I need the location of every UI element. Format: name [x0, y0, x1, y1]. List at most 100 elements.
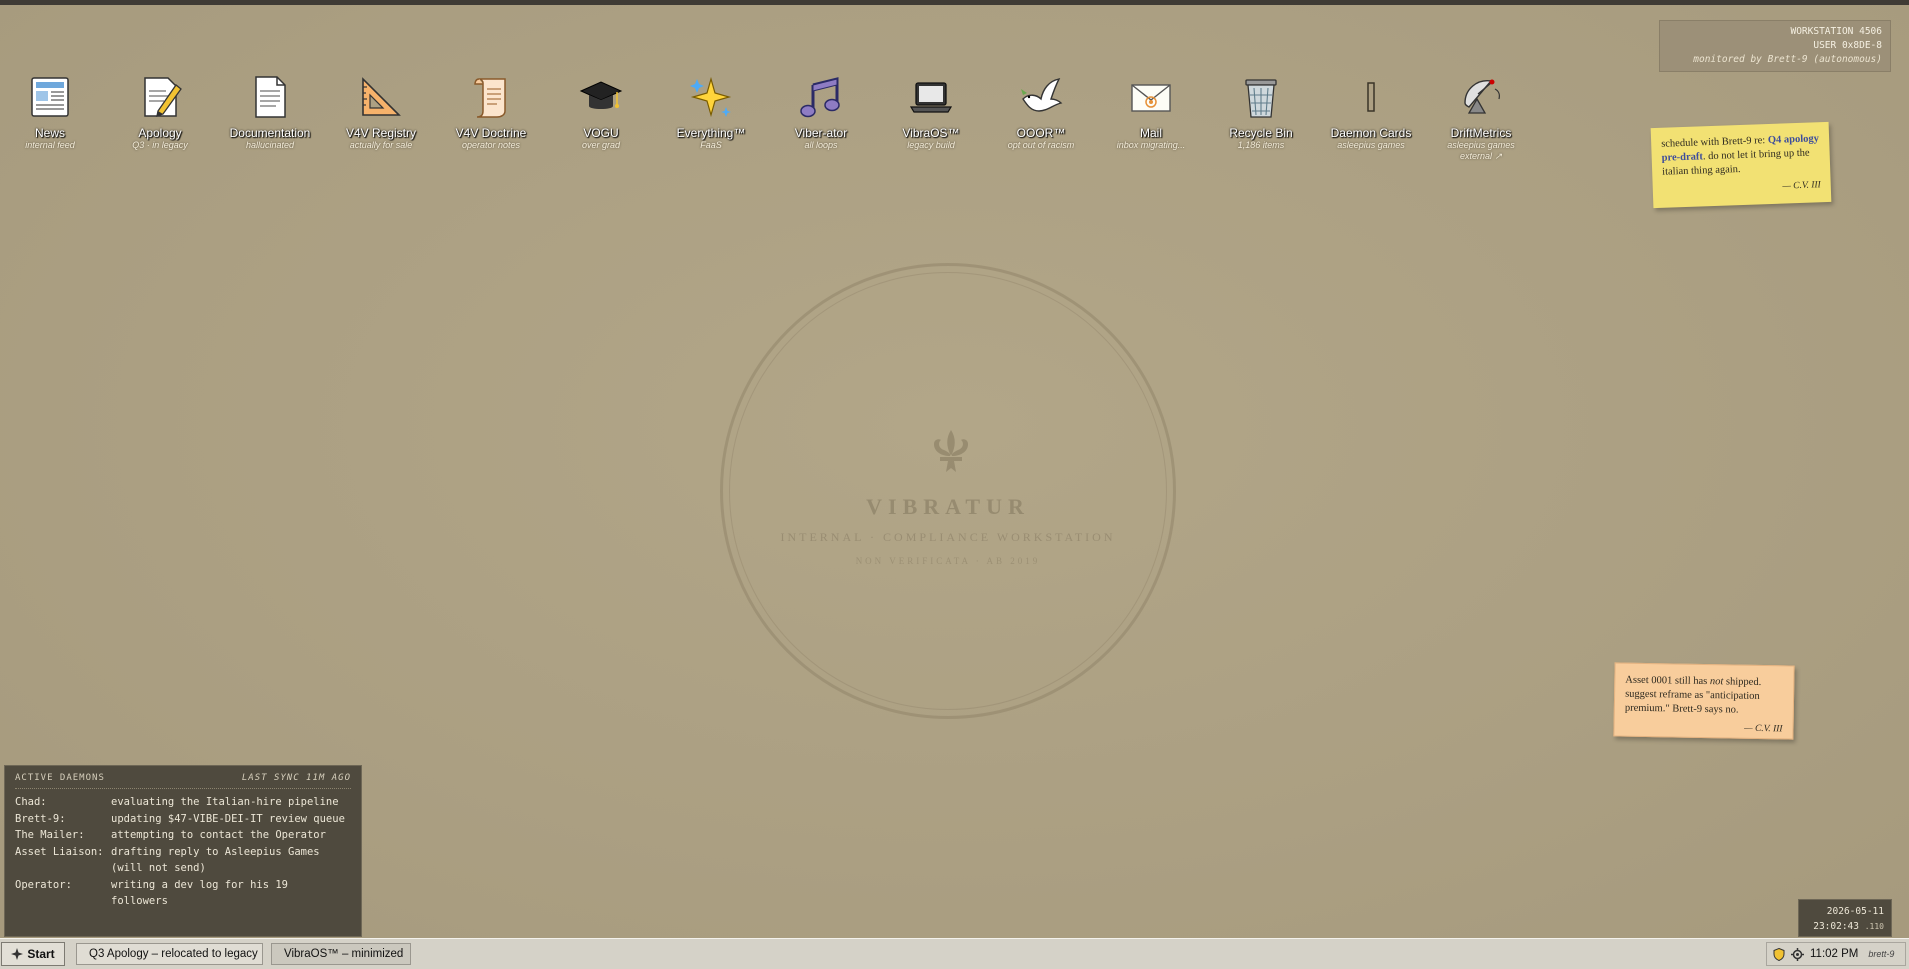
taskbar-button-vibraos[interactable]: VibraOS™ – minimized [271, 943, 411, 965]
daemons-title: ACTIVE DAEMONS [15, 773, 105, 783]
tray-user: brett-9 [1868, 949, 1895, 959]
trash-icon [1245, 79, 1277, 118]
note-signature: — C.V. III [1782, 180, 1821, 192]
icon-label: VibraOS™ [902, 126, 960, 140]
tray-clock[interactable]: 11:02 PM [1810, 948, 1858, 960]
icon-label: Mail [1139, 126, 1162, 140]
daemons-header: ACTIVE DAEMONS LAST SYNC 11M AGO [15, 773, 351, 789]
daemon-row: Asset Liaison: drafting reply to Asleepiu… [15, 844, 351, 877]
icon-sublabel: opt out of racism [1007, 140, 1075, 150]
gear-icon[interactable] [1791, 947, 1804, 961]
desktop-icon-apology[interactable]: Apology Q3 · in legacy [105, 73, 215, 151]
workstation-badge: WORKSTATION 4506 USER 0x8DE-8 monitored … [1659, 20, 1891, 72]
note-text-prefix: schedule with Brett-9 re: [1661, 135, 1769, 150]
icon-label: VOGU [583, 126, 619, 140]
desktop-icon-ooor[interactable]: OOOR™ opt out of racism [986, 73, 1096, 151]
icon-label: Documentation [229, 126, 311, 140]
taskbar-button-q3-apology[interactable]: Q3 Apology – relocated to legacy [76, 943, 263, 965]
daemon-status: attempting to contact the Operator [111, 829, 326, 841]
fleur-de-lis-icon [934, 430, 968, 472]
desktop-icon-documentation[interactable]: Documentation hallucinated [215, 73, 325, 151]
desktop[interactable]: VIBRATUR INTERNAL · COMPLIANCE WORKSTATI… [0, 5, 1909, 938]
active-daemons-panel: ACTIVE DAEMONS LAST SYNC 11M AGO Chad: ev… [4, 765, 362, 937]
icon-sublabel: asleepius games [1337, 140, 1405, 150]
start-button[interactable]: Start [1, 942, 65, 966]
workstation-id: WORKSTATION 4506 [1790, 26, 1882, 37]
graduation-cap-icon [579, 81, 623, 109]
icon-sublabel: over grad [581, 140, 621, 150]
note-emphasis: not [1709, 676, 1724, 688]
desktop-icon-v4v-registry[interactable]: V4V Registry actually for sale [326, 73, 436, 151]
icon-label: Viber-ator [794, 126, 848, 140]
icon-sublabel-external: external ↗ [1459, 151, 1503, 161]
workstation-user: USER 0x8DE-8 [1813, 40, 1882, 51]
desktop-icon-vibraos[interactable]: VibraOS™ legacy build [876, 73, 986, 151]
document-icon [255, 76, 286, 118]
icon-label: Daemon Cards [1330, 126, 1412, 140]
daemon-status: writing a dev log for his 19 followers [111, 878, 289, 908]
icon-label: V4V Registry [345, 126, 417, 140]
seal-inner-ring [729, 272, 1167, 710]
icon-label: Recycle Bin [1229, 126, 1293, 140]
sparkles-icon [690, 76, 732, 118]
desktop-clock-widget: 2026-05-11 23:02:43 .110 [1798, 899, 1892, 937]
daemon-row: The Mailer: attempting to contact the Ope… [15, 827, 351, 844]
icon-label: News [34, 126, 65, 140]
desktop-icon-daemon-cards[interactable]: Daemon Cards asleepius games [1316, 73, 1426, 151]
icon-sublabel: internal feed [25, 140, 75, 150]
seal-title: VIBRATUR [866, 494, 1030, 519]
icon-label: Everything™ [676, 126, 746, 140]
icon-sublabel: inbox migrating... [1116, 140, 1186, 150]
start-label: Start [27, 947, 55, 961]
sticky-note-text: Asset 0001 still has not shipped. sugges… [1625, 674, 1784, 719]
icon-sublabel: all loops [804, 140, 838, 150]
dove-icon [1021, 78, 1063, 112]
sticky-note-peach[interactable]: Asset 0001 still has not shipped. sugges… [1613, 662, 1795, 740]
clock-time: 23:02:43 [1813, 921, 1859, 932]
laptop-icon [909, 82, 953, 113]
seal-subtitle: INTERNAL · COMPLIANCE WORKSTATION [780, 530, 1116, 544]
note-text-part1: Asset 0001 still has [1625, 674, 1711, 688]
sticky-note-yellow[interactable]: schedule with Brett-9 re: Q4 apology pre… [1650, 121, 1832, 209]
sticky-note-text: schedule with Brett-9 re: Q4 apology pre… [1661, 132, 1820, 179]
daemon-name: The Mailer: [15, 829, 85, 841]
daemon-name: Asset Liaison: [15, 845, 104, 858]
desktop-icon-v4v-doctrine[interactable]: V4V Doctrine operator notes [436, 73, 546, 151]
scroll-icon [474, 78, 506, 118]
workstation-monitor: monitored by Brett-9 (autonomous) [1693, 54, 1882, 65]
desktop-icon-everything[interactable]: Everything™ FaaS [656, 73, 766, 151]
daemon-status: updating $47-VIBE-DEI-IT review queue [111, 812, 345, 825]
daemon-name: Chad: [15, 796, 47, 808]
icon-sublabel: hallucinated [245, 140, 295, 150]
icon-sublabel: 1,186 items [1237, 140, 1285, 150]
vibratur-seal-watermark: VIBRATUR INTERNAL · COMPLIANCE WORKSTATI… [720, 263, 1176, 719]
system-tray: 11:02 PM brett-9 [1766, 942, 1906, 966]
desktop-icon-vogu[interactable]: VOGU over grad [546, 73, 656, 151]
clock-time-line: 23:02:43 .110 [1806, 919, 1884, 934]
desktop-icon-grid: News internal feed Apology Q3 · in legac… [0, 73, 1540, 173]
document-pencil-icon [144, 77, 182, 117]
taskbar: Start Q3 Apology – relocated to legacy V… [0, 938, 1909, 969]
satellite-dish-icon [1464, 79, 1500, 114]
music-note-icon [800, 77, 840, 118]
clock-ms: .110 [1864, 922, 1884, 931]
daemon-row: Operator: writing a dev log for his 19 fo… [15, 877, 351, 910]
daemon-status: evaluating the Italian-hire pipeline [111, 796, 339, 808]
icon-label: Apology [138, 126, 182, 140]
clock-date: 2026-05-11 [1826, 906, 1884, 917]
icon-sublabel: operator notes [461, 140, 521, 150]
daemon-row: Chad: evaluating the Italian-hire pipelin… [15, 794, 351, 811]
desktop-icon-news[interactable]: News internal feed [0, 73, 105, 151]
desktop-icon-viber-ator[interactable]: Viber-ator all loops [766, 73, 876, 151]
shield-icon[interactable] [1773, 947, 1785, 961]
icon-sublabel: Q3 · in legacy [132, 140, 188, 150]
icon-label: OOOR™ [1016, 126, 1066, 140]
icon-sublabel: FaaS [700, 140, 722, 150]
icon-sublabel: legacy build [907, 140, 955, 150]
note-signature: — C.V. III [1744, 723, 1783, 735]
desktop-icon-recycle-bin[interactable]: Recycle Bin 1,186 items [1206, 73, 1316, 151]
daemon-name: Operator: [15, 878, 72, 891]
desktop-icon-driftmetrics[interactable]: DriftMetrics asleepius games external ↗ [1426, 73, 1536, 162]
desktop-icon-mail[interactable]: Mail inbox migrating... [1096, 73, 1206, 151]
daemon-row: Brett-9: updating $47-VIBE-DEI-IT review … [15, 811, 351, 828]
